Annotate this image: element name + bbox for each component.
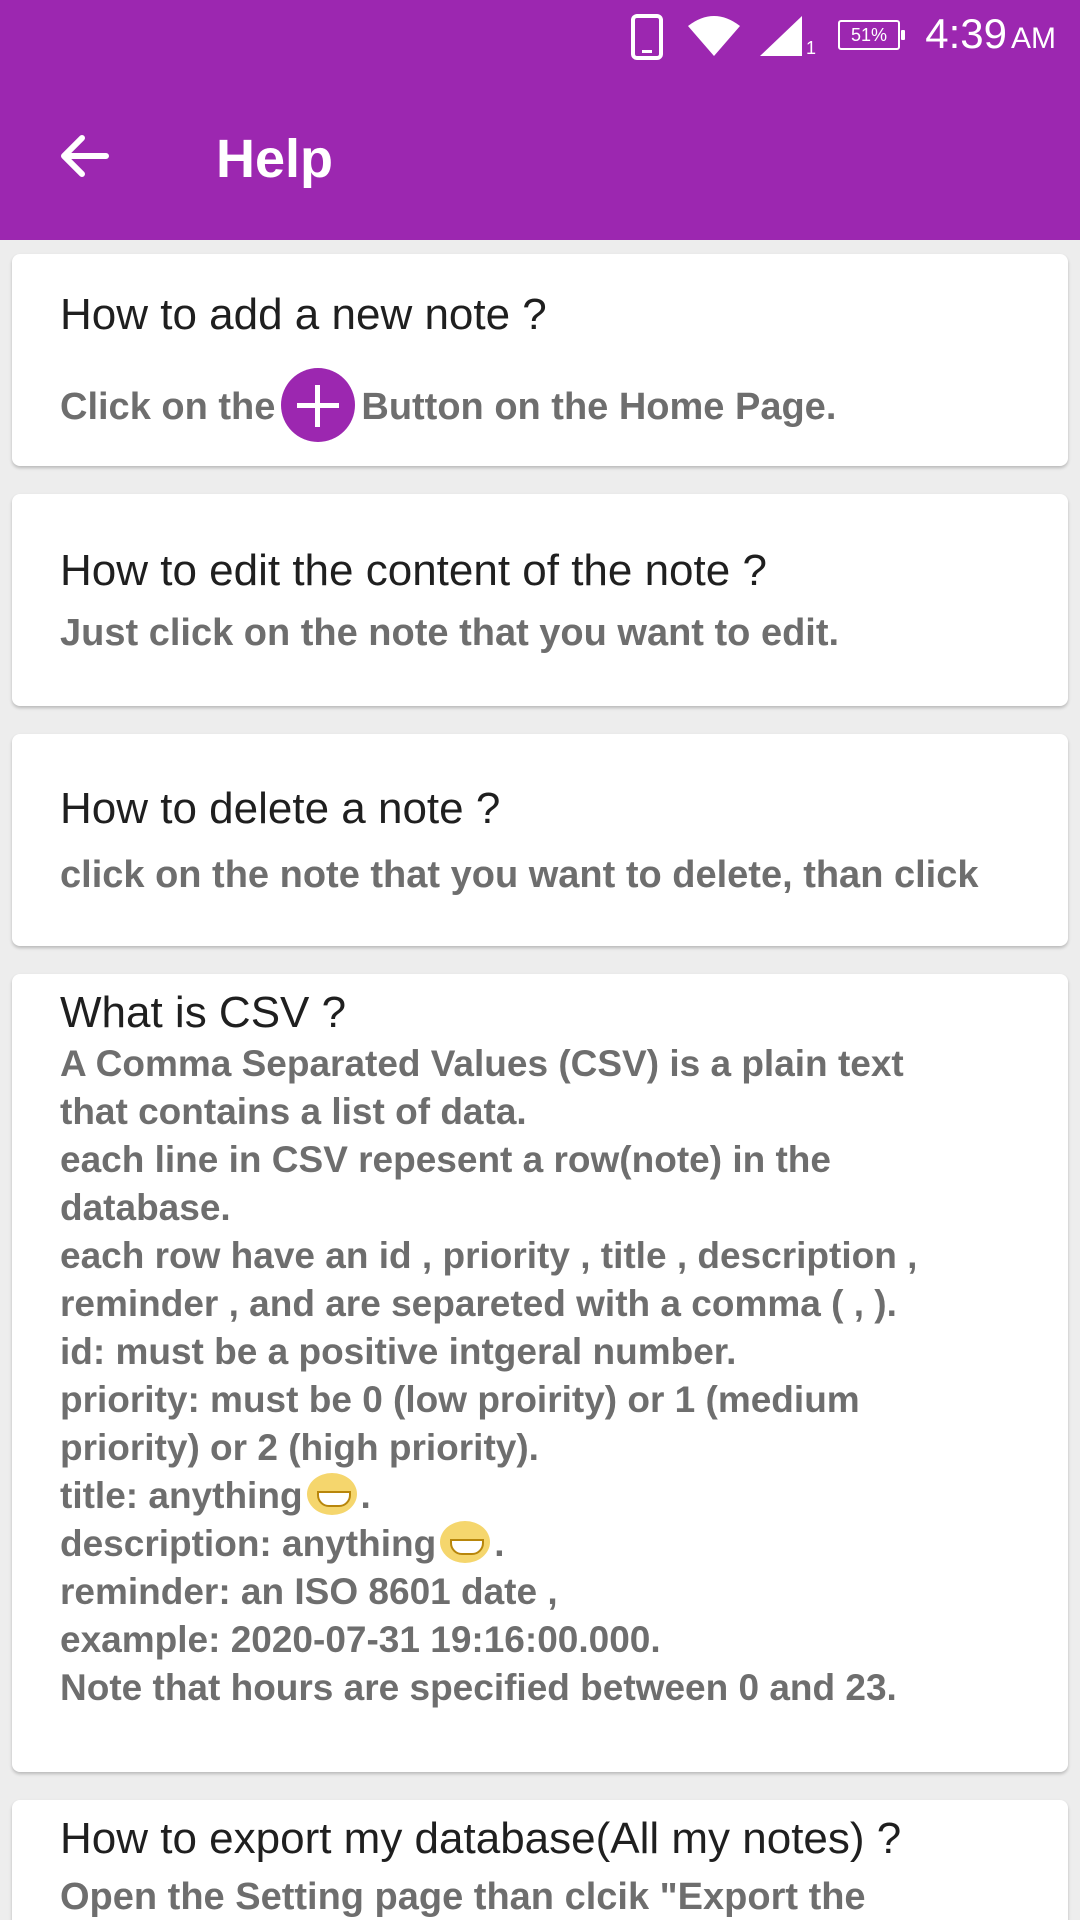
faq-question: How to add a new note ? [60,290,547,339]
page-title: Help [216,129,334,189]
csv-line: A Comma Separated Values (CSV) is a plai… [60,1043,904,1084]
csv-line: Note that hours are specified between 0 … [60,1667,897,1708]
faq-question: How to delete a note ? [60,784,501,833]
csv-line: that contains a list of data. [60,1091,527,1132]
period: . [494,1523,505,1564]
csv-line: example: 2020-07-31 19:16:00.000. [60,1619,661,1660]
faq-card-export: How to export my database(All my notes) … [12,1800,1068,1920]
faq-card-add-note: How to add a new note ? Click on the Butt… [12,254,1068,466]
add-icon [281,368,356,442]
cell-signal-icon [758,14,804,63]
app-bar: 1 51% 4:39 AM Help [0,0,1080,240]
grinning-face-icon [306,1473,357,1516]
faq-answer: Just click on the note that you want to … [60,612,840,654]
faq-answer-text: Click on the [60,386,276,429]
clock: 4:39 AM [925,10,1056,58]
csv-line: database. [60,1187,231,1228]
faq-card-csv: What is CSV ? A Comma Separated Values (… [12,974,1068,1772]
back-button[interactable] [44,118,124,198]
csv-line: reminder: an ISO 8601 date , [60,1571,558,1612]
csv-line: id: must be a positive intgeral number. [60,1331,737,1372]
arrow-back-icon [56,131,112,186]
csv-line: title: anything. [60,1472,371,1520]
csv-line-text: title: anything [60,1475,303,1516]
faq-answer: Open the Setting page than clcik "Export… [60,1876,866,1918]
faq-card-delete-note: How to delete a note ? click on the note… [12,734,1068,946]
faq-question: How to edit the content of the note ? [60,546,767,595]
csv-line: each row have an id , priority , title ,… [60,1235,918,1276]
faq-answer: click on the note that you want to delet… [60,854,979,896]
faq-answer: Click on the Button on the Home Page. [60,368,837,446]
faq-question: How to export my database(All my notes) … [60,1814,902,1863]
phone-icon [630,14,664,65]
clock-ampm: AM [1011,22,1056,55]
status-bar: 1 51% 4:39 AM [0,0,1080,75]
clock-time: 4:39 [925,10,1007,57]
csv-line: reminder , and are separeted with a comm… [60,1283,897,1324]
faq-answer-text: Button on the Home Page. [361,386,837,429]
period: . [360,1475,371,1516]
wifi-icon [686,14,742,63]
grinning-face-icon [440,1521,491,1564]
csv-line: each line in CSV repesent a row(note) in… [60,1139,831,1180]
csv-line: priority: must be 0 (low proirity) or 1 … [60,1379,860,1420]
sim-slot-label: 1 [806,38,817,58]
faq-card-edit-note: How to edit the content of the note ? Ju… [12,494,1068,706]
battery-icon: 51% [838,20,905,50]
battery-percent: 51% [850,25,888,45]
csv-line-text: description: anything [60,1523,437,1564]
csv-line: priority) or 2 (high priority). [60,1427,539,1468]
csv-line: description: anything. [60,1520,504,1568]
faq-question: What is CSV ? [60,988,347,1037]
